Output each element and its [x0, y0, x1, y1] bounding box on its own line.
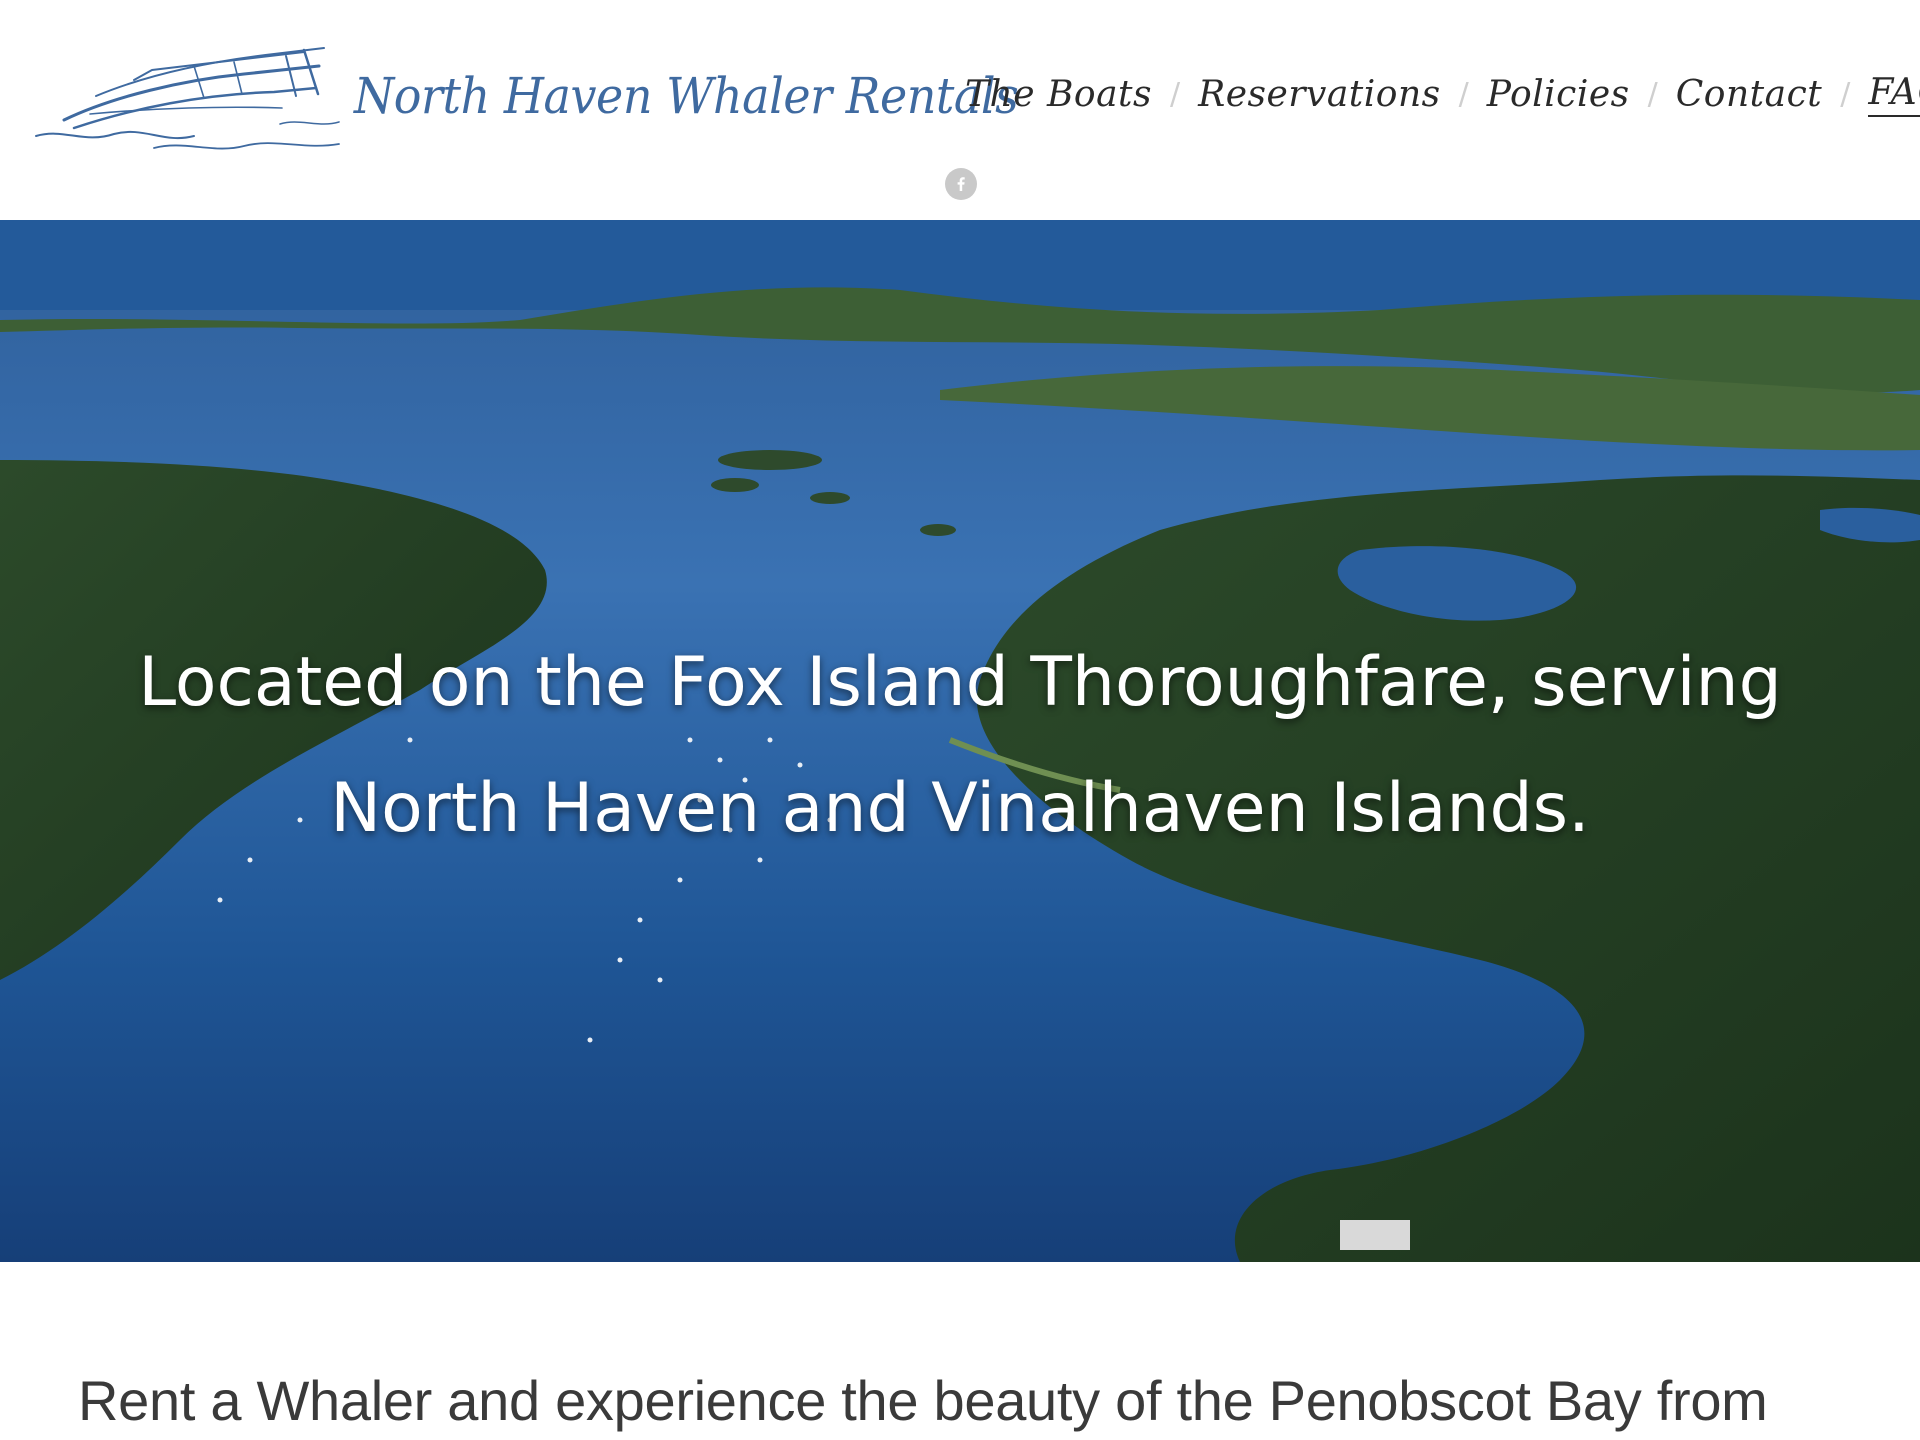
intro-text: Rent a Whaler and experience the beauty …: [78, 1369, 1768, 1432]
nav-separator: /: [1647, 76, 1658, 112]
hero-headline: Located on the Fox Island Thoroughfare, …: [138, 643, 1782, 848]
main-nav: The Boats / Reservations / Policies / Co…: [965, 64, 1920, 124]
facebook-icon: [957, 177, 965, 191]
site-brand-name: North Haven Whaler Rentals: [354, 67, 1019, 125]
nav-separator: /: [1840, 76, 1851, 112]
facebook-link[interactable]: [945, 168, 977, 200]
nav-link-contact[interactable]: Contact: [1676, 74, 1822, 115]
site-header: North Haven Whaler Rentals The Boats / R…: [0, 0, 1920, 220]
nav-link-faq[interactable]: FAQ: [1868, 72, 1920, 117]
hero-section: Located on the Fox Island Thoroughfare, …: [0, 220, 1920, 1262]
boat-logo-icon: [35, 47, 340, 150]
nav-link-reservations[interactable]: Reservations: [1198, 74, 1441, 115]
nav-separator: /: [1458, 76, 1469, 112]
intro-section: Rent a Whaler and experience the beauty …: [0, 1262, 1920, 1440]
nav-separator: /: [1169, 76, 1181, 112]
page: North Haven Whaler Rentals The Boats / R…: [0, 0, 1920, 1440]
nav-link-the-boats[interactable]: The Boats: [965, 74, 1152, 115]
site-logo-link[interactable]: North Haven Whaler Rentals: [34, 36, 1076, 156]
nav-link-policies[interactable]: Policies: [1487, 74, 1630, 115]
